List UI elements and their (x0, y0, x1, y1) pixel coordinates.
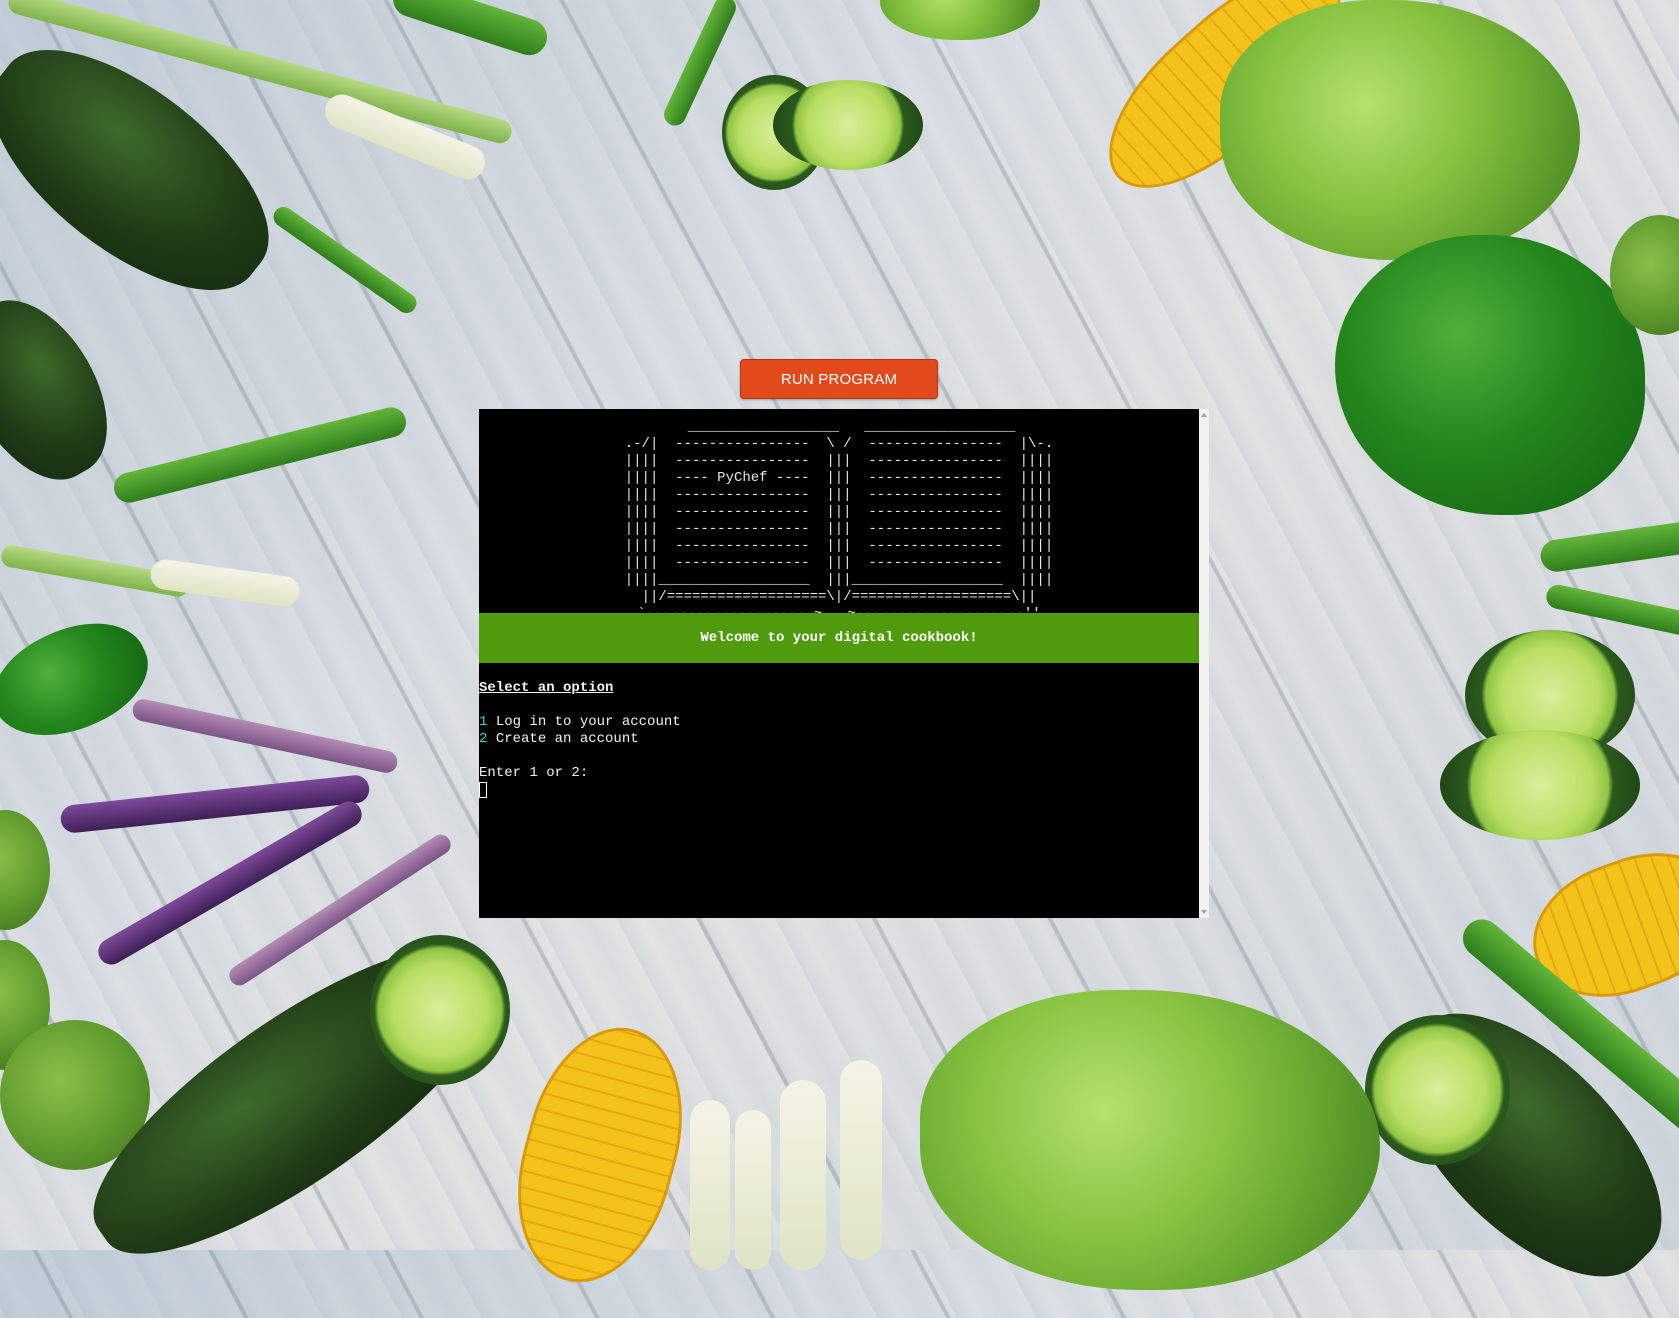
scallion-image (735, 1110, 771, 1270)
ascii-art-book: __________________ __________________ .-… (479, 419, 1199, 623)
cucumber-slice-image (773, 80, 923, 170)
menu-heading: Select an option (479, 680, 614, 696)
ascii-line: ||/===================\|/===============… (641, 589, 1037, 605)
input-prompt: Enter 1 or 2: (479, 765, 589, 781)
option-label: Create an account (495, 731, 639, 747)
ascii-line: |||| ---------------- ||| --------------… (624, 538, 1054, 554)
lettuce-image (1220, 0, 1580, 260)
chili-image (1538, 518, 1679, 574)
chili-image (388, 0, 552, 60)
welcome-banner: Welcome to your digital cookbook! (479, 613, 1199, 663)
broccoli-image (0, 810, 50, 930)
chili-image (130, 697, 400, 775)
ascii-line: ||||__________________ |||______________… (624, 572, 1054, 588)
option-menu: Select an option 1 Log in to your accoun… (479, 680, 1179, 799)
cucumber-image (0, 277, 135, 503)
scallion-image (840, 1060, 882, 1260)
scroll-down-icon[interactable] (1201, 910, 1207, 914)
ascii-line: __________________ __________________ (662, 419, 1016, 435)
option-label: Log in to your account (495, 714, 681, 730)
lettuce-image (920, 990, 1380, 1290)
corn-image (493, 1010, 707, 1300)
pepper-image (1335, 235, 1645, 515)
menu-option-create-account[interactable]: 2 Create an account (479, 731, 1179, 748)
chili-image (110, 404, 410, 506)
cucumber-slice-image (1365, 1015, 1510, 1165)
cucumber-slice-image (370, 935, 510, 1085)
welcome-text: Welcome to your digital cookbook! (700, 630, 978, 646)
chili-image (1544, 582, 1679, 638)
scallion-image (148, 557, 302, 609)
ascii-line: .-/| ---------------- \ / --------------… (624, 436, 1054, 452)
ascii-line: |||| ---- PyChef ---- ||| --------------… (624, 470, 1054, 486)
ascii-line: |||| ---------------- ||| --------------… (624, 487, 1054, 503)
text-cursor[interactable] (479, 782, 487, 798)
pepper-image (0, 600, 164, 760)
scallion-image (780, 1080, 826, 1270)
ascii-line: |||| ---------------- ||| --------------… (624, 453, 1054, 469)
option-number: 1 (479, 714, 488, 730)
scallion-image (690, 1100, 730, 1270)
ascii-line: |||| ---------------- ||| --------------… (624, 504, 1054, 520)
scroll-up-icon[interactable] (1201, 413, 1207, 417)
run-program-button[interactable]: RUN PROGRAM (740, 359, 938, 399)
menu-option-login[interactable]: 1 Log in to your account (479, 714, 1179, 731)
ascii-line: |||| ---------------- ||| --------------… (624, 555, 1054, 571)
lettuce-image (880, 0, 1040, 40)
terminal-scrollbar[interactable] (1199, 409, 1209, 918)
chili-image (269, 203, 421, 317)
cucumber-slice-image (1440, 730, 1640, 840)
option-number: 2 (479, 731, 488, 747)
terminal-window[interactable]: __________________ __________________ .-… (479, 409, 1199, 918)
ascii-line: |||| ---------------- ||| --------------… (624, 521, 1054, 537)
